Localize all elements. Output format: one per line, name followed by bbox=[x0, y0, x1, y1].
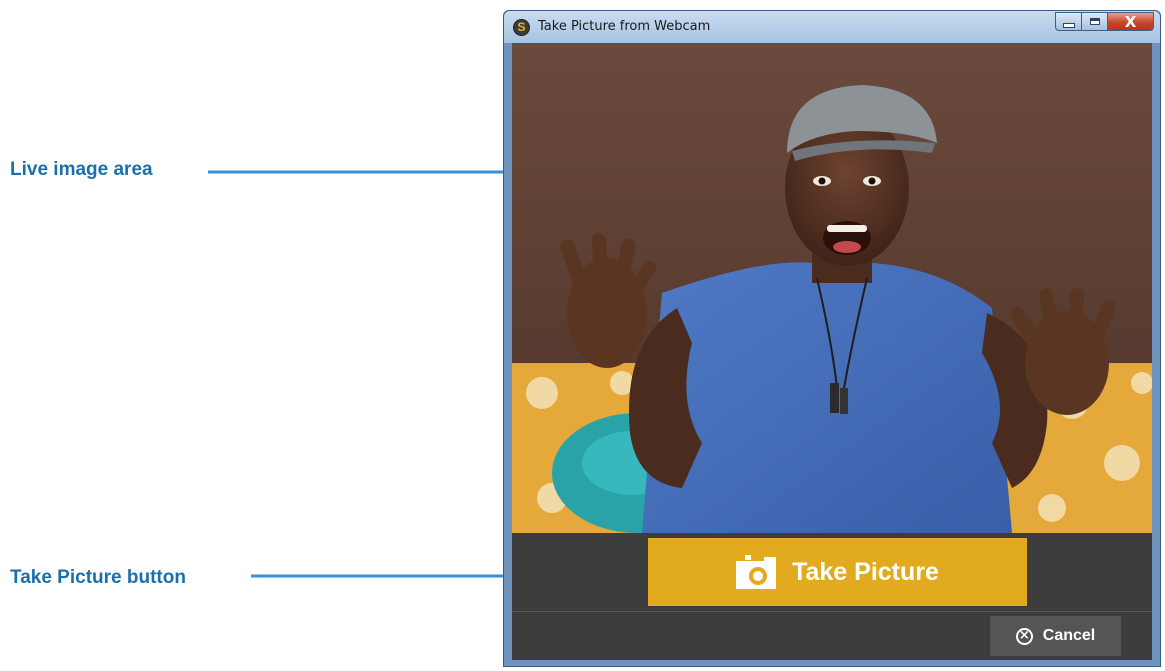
cancel-label: Cancel bbox=[1042, 627, 1096, 644]
app-logo-icon: S bbox=[513, 19, 530, 36]
webcam-feed-image bbox=[512, 43, 1152, 533]
camera-icon bbox=[736, 555, 777, 589]
take-picture-label: Take Picture bbox=[792, 557, 939, 586]
minimize-button[interactable] bbox=[1055, 12, 1082, 31]
live-image-area bbox=[512, 43, 1152, 533]
maximize-button[interactable] bbox=[1082, 12, 1108, 31]
callout-live-image-area: Live image area bbox=[10, 159, 153, 180]
window-controls: X bbox=[1055, 12, 1154, 32]
take-picture-button[interactable]: Take Picture bbox=[648, 538, 1027, 606]
minimize-icon bbox=[1062, 23, 1075, 28]
maximize-icon bbox=[1089, 18, 1100, 25]
webcam-dialog: S Take Picture from Webcam X Take Pictur… bbox=[503, 10, 1161, 667]
window-title: Take Picture from Webcam bbox=[538, 19, 711, 34]
circle-x-icon: × bbox=[1015, 627, 1033, 645]
title-bar[interactable]: S Take Picture from Webcam X bbox=[504, 11, 1160, 43]
capture-controls: Take Picture bbox=[512, 533, 1152, 611]
close-icon: X bbox=[1124, 12, 1137, 31]
callout-take-picture-button: Take Picture button bbox=[10, 567, 186, 588]
close-button[interactable]: X bbox=[1108, 12, 1154, 31]
cancel-button[interactable]: × Cancel bbox=[990, 616, 1121, 656]
dialog-footer: × Cancel bbox=[512, 612, 1152, 660]
